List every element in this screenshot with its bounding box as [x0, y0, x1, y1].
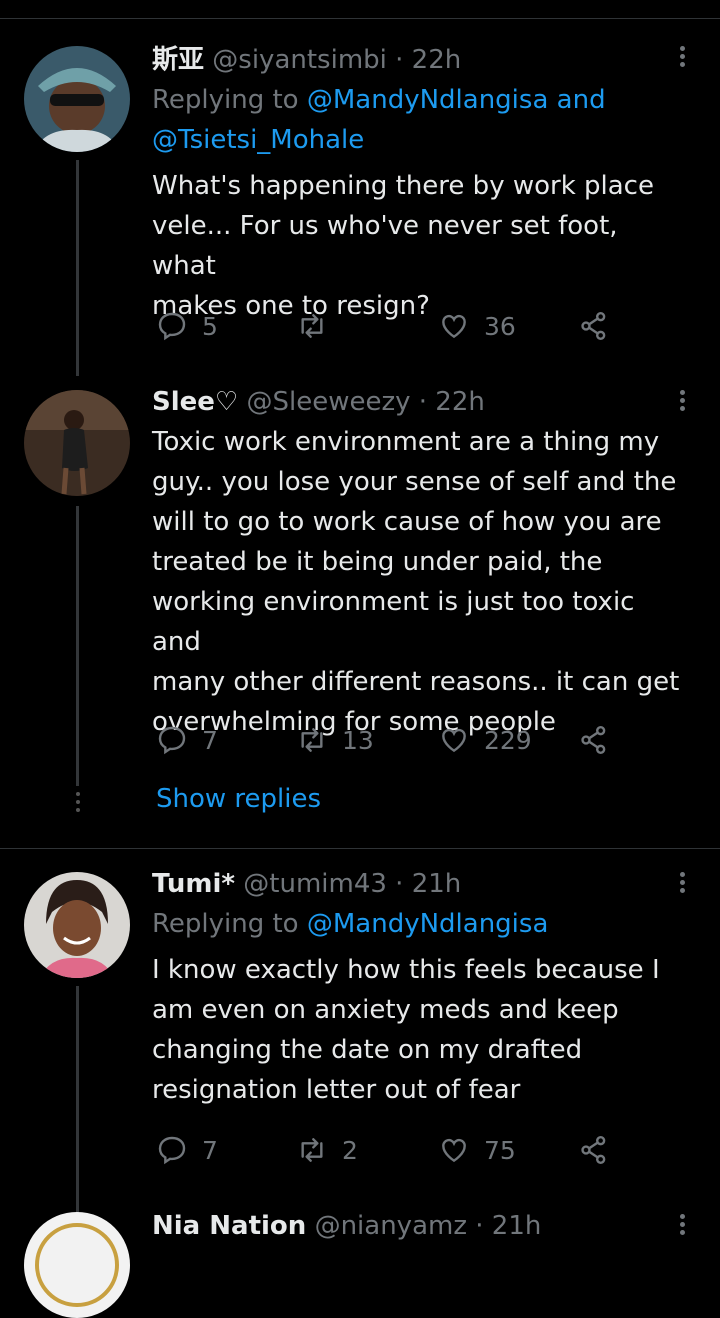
share-button[interactable]: [578, 1130, 610, 1170]
share-button[interactable]: [578, 720, 610, 760]
tweet-actions: 7 2 75: [156, 1130, 626, 1170]
author-name[interactable]: Nia Nation: [152, 1211, 306, 1241]
author-handle[interactable]: @siyantsimbi: [212, 45, 387, 75]
more-icon[interactable]: [678, 390, 686, 414]
avatar[interactable]: [24, 1212, 130, 1318]
tweet-time[interactable]: · 22h: [419, 387, 485, 417]
reply-icon: [158, 726, 186, 755]
reply-button[interactable]: 7: [156, 1130, 218, 1170]
show-replies-link[interactable]: Show replies: [156, 784, 321, 814]
avatar[interactable]: [24, 46, 130, 152]
replying-to: Replying to @MandyNdlangisa and @Tsietsi…: [152, 85, 606, 155]
like-count: 75: [484, 1135, 516, 1165]
reply-button[interactable]: 7: [156, 720, 218, 760]
share-button[interactable]: [578, 306, 610, 346]
retweet-button[interactable]: 13: [296, 720, 374, 760]
thread-line: [76, 160, 79, 376]
tweet-header: Slee♡ @Sleeweezy · 22h: [152, 384, 680, 420]
retweet-button[interactable]: 2: [296, 1130, 358, 1170]
tweet-header: 斯亚 @siyantsimbi · 22h: [152, 42, 680, 78]
thread-divider: [0, 848, 720, 849]
author-handle[interactable]: @nianyamz: [315, 1211, 467, 1241]
thread-line: [76, 986, 79, 1226]
tweet-actions: 7 13 229: [156, 720, 626, 760]
share-icon: [581, 726, 606, 754]
like-button[interactable]: 75: [438, 1130, 516, 1170]
reply-count: 5: [202, 311, 218, 341]
mention-link[interactable]: @Tsietsi_Mohale: [152, 125, 364, 155]
share-icon: [581, 1136, 606, 1164]
like-button[interactable]: 229: [438, 720, 532, 760]
like-button[interactable]: 36: [438, 306, 516, 346]
top-divider: [0, 18, 720, 19]
like-icon: [442, 1138, 466, 1163]
retweet-icon: [301, 314, 323, 338]
tweet-time[interactable]: · 22h: [395, 45, 461, 75]
thread-dots: [74, 792, 82, 816]
more-icon[interactable]: [678, 1214, 686, 1238]
tweet-header: Tumi* @tumim43 · 21h: [152, 866, 680, 902]
more-icon[interactable]: [678, 46, 686, 70]
reply-icon: [158, 1136, 186, 1165]
tweet-time[interactable]: · 21h: [475, 1211, 541, 1241]
like-icon: [442, 728, 466, 753]
author-name[interactable]: Tumi*: [152, 869, 235, 899]
share-icon: [581, 312, 606, 340]
tweet-time[interactable]: · 21h: [395, 869, 461, 899]
mention-link[interactable]: @MandyNdlangisa: [307, 85, 549, 115]
retweet-icon: [301, 728, 323, 752]
retweet-count: 13: [342, 725, 374, 755]
retweet-icon: [301, 1138, 323, 1162]
reply-icon: [158, 312, 186, 341]
reply-count: 7: [202, 1135, 218, 1165]
retweet-button[interactable]: [296, 306, 342, 346]
tweet-header: Nia Nation @nianyamz · 21h: [152, 1208, 680, 1244]
tweet-text: Toxic work environment are a thing my gu…: [152, 427, 680, 737]
retweet-count: 2: [342, 1135, 358, 1165]
avatar[interactable]: [24, 872, 130, 978]
thread-line: [76, 506, 79, 786]
tweet-actions: 5 36: [156, 306, 626, 346]
avatar[interactable]: [24, 390, 130, 496]
reply-count: 7: [202, 725, 218, 755]
like-count: 36: [484, 311, 516, 341]
author-name[interactable]: Slee♡: [152, 387, 238, 417]
author-handle[interactable]: @tumim43: [243, 869, 387, 899]
mention-link[interactable]: @MandyNdlangisa: [307, 909, 549, 939]
tweet-text: What's happening there by work place vel…: [152, 171, 654, 321]
replying-to: Replying to @MandyNdlangisa: [152, 909, 549, 939]
tweet-text: I know exactly how this feels because I …: [152, 955, 660, 1105]
like-count: 229: [484, 725, 532, 755]
more-icon[interactable]: [678, 872, 686, 896]
author-name[interactable]: 斯亚: [152, 45, 204, 75]
author-handle[interactable]: @Sleeweezy: [246, 387, 410, 417]
reply-button[interactable]: 5: [156, 306, 218, 346]
like-icon: [442, 314, 466, 339]
